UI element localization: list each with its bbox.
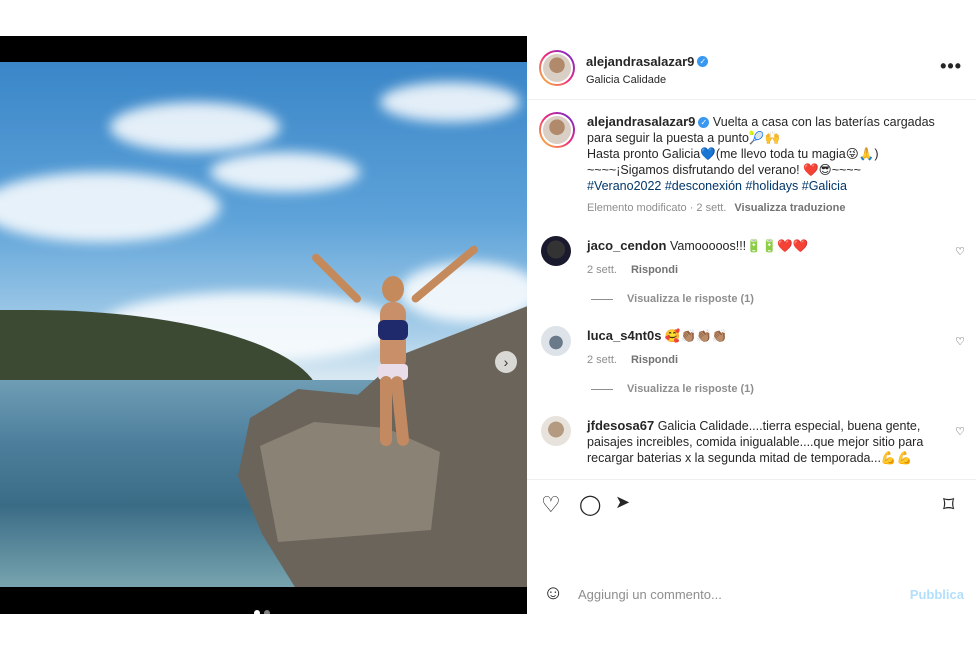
carousel-next-button[interactable]: › <box>495 351 517 373</box>
reply-button[interactable]: Rispondi <box>631 354 678 366</box>
carousel-dots <box>254 610 270 614</box>
person-figure <box>372 276 412 447</box>
post-media[interactable]: › <box>0 36 527 614</box>
caption-line3: ~~~~¡Sigamos disfrutando del verano! ❤️😎… <box>587 163 861 177</box>
share-icon[interactable]: ➤ <box>615 492 630 513</box>
cloud <box>210 152 360 192</box>
edited-label: Elemento modificato · 2 sett. <box>587 202 727 214</box>
cloud <box>110 102 280 152</box>
caption-author[interactable]: alejandrasalazar9 <box>587 114 695 129</box>
like-icon[interactable]: ♡ <box>541 492 561 518</box>
add-comment-bar: ☺ Aggiungi un commento... Pubblica <box>527 570 976 614</box>
caption-hashtags[interactable]: #Verano2022 #desconexión #holidays #Gali… <box>587 179 847 193</box>
translate-link[interactable]: Visualizza traduzione <box>734 202 845 214</box>
avatar[interactable] <box>539 112 575 148</box>
comment-username[interactable]: luca_s4nt0s <box>587 328 661 343</box>
like-comment-icon[interactable]: ♡ <box>955 244 965 260</box>
view-replies-button[interactable]: Visualizza le risposte (1) <box>591 383 754 395</box>
verified-icon: ✓ <box>698 117 710 129</box>
like-comment-icon[interactable]: ♡ <box>955 334 965 350</box>
comment-time: 2 sett. <box>587 264 617 276</box>
comment-input[interactable]: Aggiungi un commento... <box>578 587 722 602</box>
chevron-right-icon: › <box>503 354 509 370</box>
comment-text: 🥰👏🏽👏🏽👏🏽 <box>664 329 728 343</box>
save-icon[interactable]: ⌑ <box>943 492 954 518</box>
view-replies-button[interactable]: Visualizza le risposte (1) <box>591 293 754 305</box>
comment-time: 2 sett. <box>587 354 617 366</box>
cloud <box>0 172 220 242</box>
post-header: alejandrasalazar9 ✓ Galicia Calidade ••• <box>527 36 976 100</box>
post-photo[interactable] <box>0 62 527 587</box>
comment-icon[interactable]: ◯ <box>579 492 601 517</box>
action-bar: ♡ ◯ ➤ ⌑ <box>527 479 976 530</box>
comment-text: Vamooooos!!!🔋🔋❤️❤️ <box>669 239 809 253</box>
publish-button[interactable]: Pubblica <box>910 587 964 602</box>
post-sidebar: alejandrasalazar9 ✓ Galicia Calidade ••• … <box>527 36 976 614</box>
avatar[interactable] <box>541 326 571 356</box>
author-username[interactable]: alejandrasalazar9 <box>586 54 694 69</box>
emoji-icon[interactable]: ☺ <box>543 582 563 605</box>
avatar[interactable] <box>541 236 571 266</box>
avatar[interactable] <box>541 416 571 446</box>
avatar[interactable] <box>539 50 575 86</box>
more-options-icon[interactable]: ••• <box>940 56 962 77</box>
rock <box>260 422 440 542</box>
comment-username[interactable]: jfdesosa67 <box>587 418 654 433</box>
location-link[interactable]: Galicia Calidade <box>586 74 708 86</box>
comment-username[interactable]: jaco_cendon <box>587 238 666 253</box>
reply-button[interactable]: Rispondi <box>631 264 678 276</box>
cloud <box>380 82 520 122</box>
caption-line2: Hasta pronto Galicia💙(me llevo toda tu m… <box>587 147 879 161</box>
like-comment-icon[interactable]: ♡ <box>955 424 965 440</box>
verified-icon: ✓ <box>697 56 709 68</box>
